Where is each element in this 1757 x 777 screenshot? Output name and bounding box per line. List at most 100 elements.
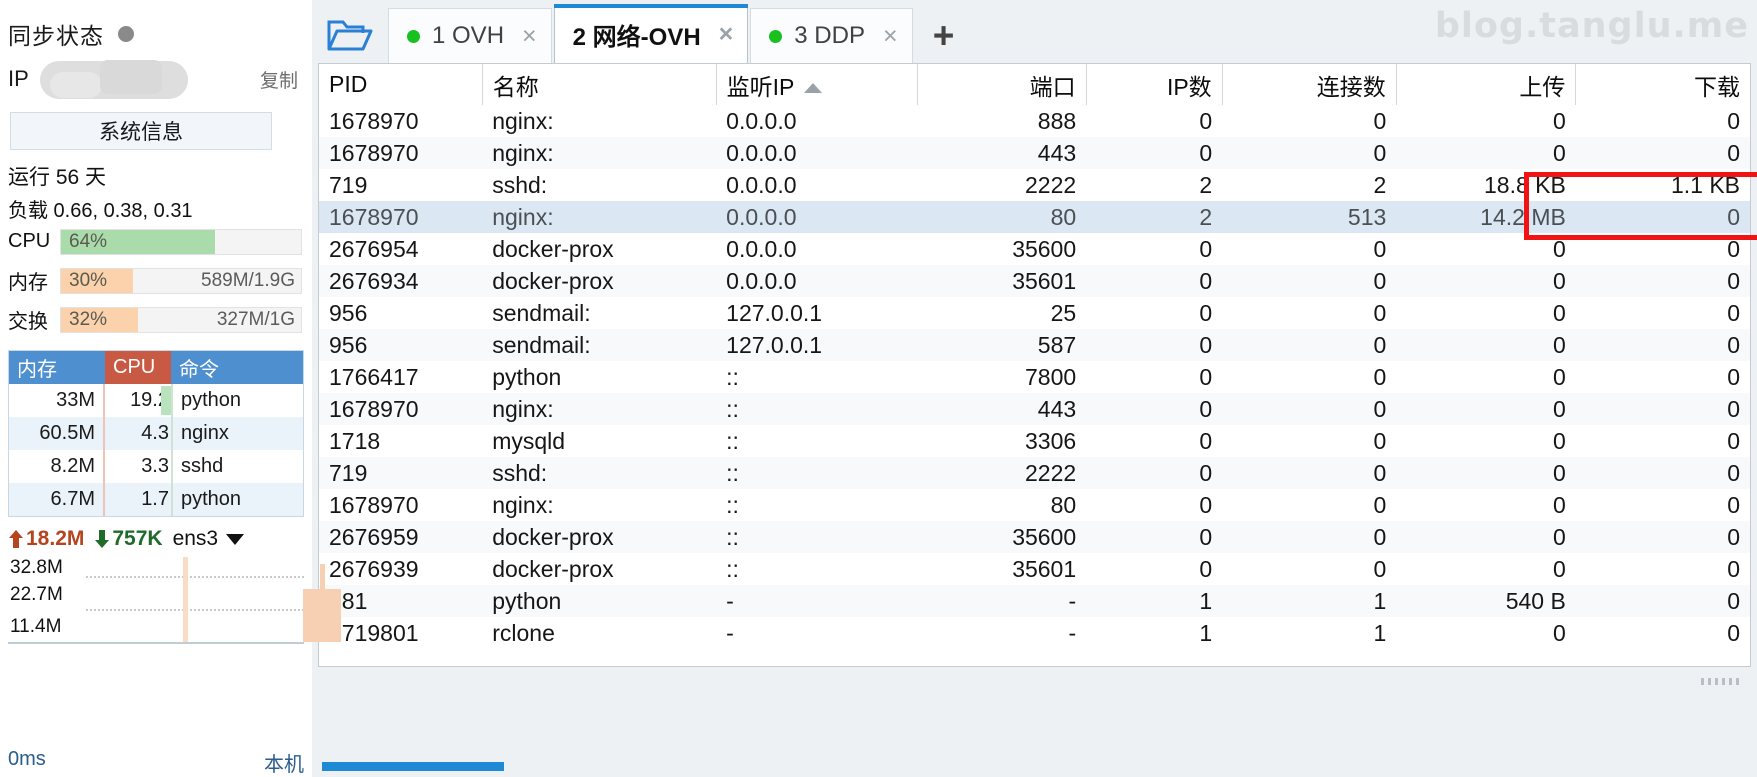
tab-1[interactable]: 1 OVH × [388,8,552,63]
tab-label: 3 DDP [794,22,865,49]
table-row[interactable]: 1678970 nginx: 0.0.0.0 443 0 0 0 0 [319,137,1750,169]
process-row[interactable]: 8.2M 3.3 sshd [9,450,303,483]
table-row[interactable]: 2676934 docker-prox 0.0.0.0 35601 0 0 0 0 [319,265,1750,297]
process-header-mem[interactable]: 内存 [9,351,105,384]
table-row[interactable]: 2676939 docker-prox:: 35601 0 0 0 0 [319,553,1750,585]
system-info-button[interactable]: 系统信息 [10,112,272,150]
table-row[interactable]: 1766417 python:: 7800 0 0 0 0 [319,361,1750,393]
resize-grip[interactable] [1701,676,1745,686]
load-average-text: 负载 0.66, 0.38, 0.31 [8,200,193,222]
table-row[interactable]: 1719801 rclone - -1 1 0 0 [319,617,1750,649]
cell-ipcount: 0 [1086,393,1223,425]
cell-name: sshd: [482,457,717,489]
cell-conns: 0 [1222,393,1397,425]
tab-3[interactable]: 3 DDP × [750,8,913,63]
process-header-cpu[interactable]: CPU [105,351,171,384]
cell-pid: 2676934 [319,265,483,297]
cell-ip: 127.0.0.1 [716,329,918,361]
cell-port: - [917,585,1087,617]
table-body: 1678970 nginx: 0.0.0.0 888 0 0 0 0 1678970 nginx:… [319,105,1750,649]
tab-2[interactable]: 2 网络-OVH × [553,4,749,63]
table-row[interactable]: 956 sendmail: 127.0.0.1 587 0 0 0 0 [319,329,1750,361]
ip-label: IP [8,66,29,91]
column-header-5[interactable]: IP数 [1086,64,1223,105]
table-row[interactable]: 1678970 nginx: 0.0.0.0 80 2 513 14.2 MB 0 [319,201,1750,233]
cell-ipcount: 0 [1086,265,1223,297]
process-row[interactable]: 6.7M 1.7 python [9,483,303,516]
cell-down: 0 [1575,521,1750,553]
cell-conns: 2 [1222,169,1397,201]
table-row[interactable]: 956 sendmail: 127.0.0.1 25 0 0 0 0 [319,297,1750,329]
column-header-4[interactable]: 端口 [917,64,1087,105]
table-row[interactable]: 719 sshd::: 2222 0 0 0 0 [319,457,1750,489]
cell-ipcount: 0 [1086,361,1223,393]
close-icon[interactable]: × [522,23,537,49]
column-header-1[interactable]: PID [319,64,483,105]
tabs-container: 1 OVH × 2 网络-OVH × 3 DDP × [388,4,915,63]
cell-down: 0 [1575,617,1750,649]
table-row[interactable]: 1678970 nginx::: 80 0 0 0 0 [319,489,1750,521]
process-row[interactable]: 60.5M 4.3 nginx [9,417,303,450]
cell-port: 2222 [917,457,1087,489]
process-row-command: nginx [171,417,303,450]
cell-conns: 1 [1222,585,1397,617]
table-row[interactable]: 681 python - -1 1 540 B0 [319,585,1750,617]
table-row[interactable]: 1678970 nginx::: 443 0 0 0 0 [319,393,1750,425]
process-row-mem: 33M [9,384,105,417]
cell-ip: 0.0.0.0 [716,105,918,137]
tab-label: 2 网络-OVH [572,23,701,51]
cell-pid: 2676954 [319,233,483,265]
cell-ipcount: 2 [1086,201,1223,233]
cell-up: 0 [1396,617,1576,649]
network-traffic-chart: 32.8M 22.7M 11.4M [8,557,341,644]
cell-ip: 0.0.0.0 [716,265,918,297]
cell-name: sendmail: [482,297,717,329]
copy-button[interactable]: 复制 [260,66,298,93]
table-row[interactable]: 1718 mysqld:: 3306 0 0 0 0 [319,425,1750,457]
arrow-up-icon [9,530,23,548]
process-row-mem: 6.7M [9,483,105,516]
cell-up: 0 [1396,425,1576,457]
cell-conns: 0 [1222,425,1397,457]
swap-meter: 交换 32% 327M/1G [8,306,302,333]
cell-pid: 681 [319,585,483,617]
cell-ip: :: [716,457,918,489]
cell-up: 0 [1396,457,1576,489]
cell-pid: 1678970 [319,105,483,137]
network-interface-name: ens3 [172,527,219,550]
table-row[interactable]: 2676959 docker-prox:: 35600 0 0 0 0 [319,521,1750,553]
column-header-7[interactable]: 上传 [1396,64,1577,105]
cell-name: nginx: [482,201,717,233]
process-mini-table: 内存 CPU 命令 33M 19.2 python 60.5M 4.3 nginx 8.2M… [8,350,304,517]
folder-open-icon[interactable] [312,7,388,63]
tab-status-dot [407,29,420,43]
column-header-3[interactable]: 监听IP [716,64,918,105]
local-label: 本机 [264,754,304,776]
cell-up: 0 [1396,393,1576,425]
column-header-6[interactable]: 连接数 [1222,64,1397,105]
process-header-cmd[interactable]: 命令 [171,351,303,384]
new-tab-button[interactable]: + [915,8,973,63]
table-row[interactable]: 1678970 nginx: 0.0.0.0 888 0 0 0 0 [319,105,1750,137]
cell-up: 0 [1396,233,1576,265]
app-window: 同步状态 IP 复制 系统信息 运行 56 天 负载 0.66, 0.38, 0… [0,0,1757,777]
cell-port: 35600 [917,521,1087,553]
cell-down: 0 [1575,329,1750,361]
chart-axis-label-bottom: 11.4M [10,616,65,638]
table-row[interactable]: 719 sshd: 0.0.0.0 2222 2 2 18.8 KB 1.1 KB [319,169,1750,201]
column-header-2[interactable]: 名称 [482,64,717,105]
tab-status-dot [769,29,783,43]
close-icon[interactable]: × [719,21,734,47]
cell-pid: 1718 [319,425,483,457]
network-interface-selector[interactable]: ens3 [173,527,245,551]
cell-port: 443 [917,137,1087,169]
cell-pid: 2676939 [319,553,483,585]
table-row[interactable]: 2676954 docker-prox 0.0.0.0 35600 0 0 0 0 [319,233,1750,265]
process-row[interactable]: 33M 19.2 python [9,384,303,417]
cell-ip: 0.0.0.0 [716,137,918,169]
column-header-8[interactable]: 下载 [1575,64,1750,105]
cell-name: docker-prox [482,265,717,297]
close-icon[interactable]: × [883,23,898,49]
cell-port: 3306 [917,425,1087,457]
chart-gridline [86,576,304,578]
